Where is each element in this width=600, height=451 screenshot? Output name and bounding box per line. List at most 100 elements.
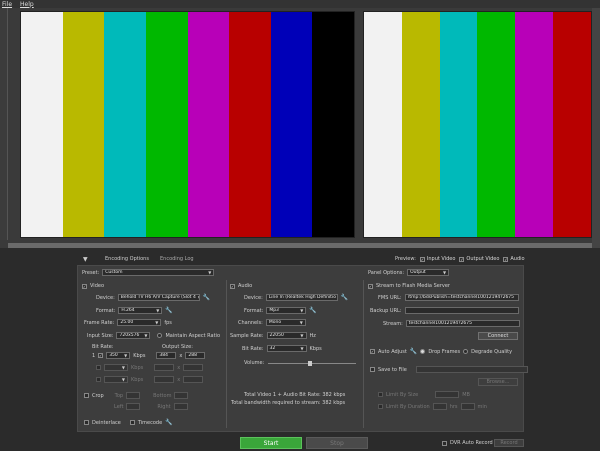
collapse-toggle-icon[interactable]: ▼	[83, 256, 89, 263]
total-bitrate-line: Total Video 1 + Audio Bit Rate: 382 kbps	[244, 392, 346, 398]
scrollbar-thumb[interactable]	[8, 243, 592, 248]
stop-button[interactable]: Stop	[306, 437, 368, 449]
save-to-file-label: Save to File	[378, 366, 407, 373]
backup-url-input[interactable]	[404, 307, 519, 314]
sample-rate-select[interactable]: 22050 ▼	[266, 332, 307, 339]
input-size-select[interactable]: 720x576 ▼	[116, 332, 151, 339]
output-width-2[interactable]	[154, 364, 175, 371]
crop-bottom-input[interactable]	[174, 392, 189, 399]
wrench-icon[interactable]: 🔧	[165, 419, 172, 426]
tab-encoding-log[interactable]: Encoding Log	[160, 256, 194, 262]
output-height-1[interactable]: 288	[185, 352, 206, 359]
wrench-icon[interactable]: 🔧	[410, 348, 417, 355]
timecode-label: Timecode	[137, 419, 163, 426]
maintain-aspect-radio[interactable]	[157, 333, 163, 338]
menu-file[interactable]: File	[2, 1, 12, 8]
minutes-input[interactable]	[460, 403, 475, 410]
volume-knob[interactable]	[307, 361, 312, 366]
save-path-input[interactable]	[415, 366, 528, 373]
output-height-3[interactable]	[183, 376, 204, 383]
start-button[interactable]: Start	[240, 437, 302, 449]
color-bar	[229, 12, 271, 237]
bitrate-row-2-checkbox[interactable]	[96, 365, 101, 370]
fms-checkbox[interactable]: ✓	[368, 283, 373, 289]
deinterlace-checkbox[interactable]	[84, 420, 89, 425]
video-format-select[interactable]: H.264 ▼	[118, 307, 163, 314]
crop-checkbox[interactable]	[84, 393, 89, 398]
color-bar	[515, 12, 554, 237]
video-title: Video	[90, 283, 105, 289]
color-bar	[21, 12, 63, 237]
color-bars-right	[364, 12, 591, 237]
wrench-icon[interactable]: 🔧	[165, 307, 172, 314]
bitrate-select-3[interactable]: ▼	[104, 376, 128, 383]
bottom-bar: Start Stop DVR Auto Record Record	[0, 436, 600, 451]
limit-size-input[interactable]	[435, 391, 460, 398]
video-checkbox[interactable]: ✓	[82, 283, 87, 289]
input-video-checkbox[interactable]: ✓ Input Video	[419, 256, 455, 262]
bitrate-row-1: 1 ✓ 350 ▼ Kbps 384 x 288	[92, 352, 206, 359]
output-height-2[interactable]	[183, 364, 204, 371]
video-device-select[interactable]: Behold TV H6 A/V Capture (Slot 4▼	[117, 294, 200, 301]
wrench-icon[interactable]: 🔧	[203, 294, 210, 301]
record-button[interactable]: Record	[494, 439, 524, 447]
bitrate-row-3-checkbox[interactable]	[96, 377, 101, 382]
fms-url-input[interactable]: rtmp://bdsPublish=testchannel10012194?26…	[404, 294, 519, 301]
limit-duration-label: Limit By Duration	[386, 403, 430, 410]
checkbox[interactable]: ✓	[503, 256, 509, 262]
auto-adjust-row: ✓ Auto Adjust 🔧 Drop Frames Degrade Qual…	[370, 348, 512, 355]
crop-right-input[interactable]	[173, 403, 188, 410]
checkbox[interactable]: ✓	[419, 256, 425, 262]
fms-header: ✓ Stream to Flash Media Server	[368, 283, 450, 289]
chevron-down-icon: ▼	[121, 377, 125, 382]
output-width-3[interactable]	[154, 376, 175, 383]
vertical-scrollbar[interactable]	[592, 8, 600, 248]
volume-slider[interactable]	[268, 361, 356, 366]
sample-rate-row: Sample Rate: 22050 ▼ Hz	[230, 332, 316, 339]
audio-checkbox[interactable]: ✓	[230, 283, 235, 289]
color-bar	[62, 12, 105, 237]
limit-size-checkbox[interactable]	[378, 392, 383, 397]
bitrate-select-1[interactable]: 350 ▼	[106, 352, 131, 359]
hours-input[interactable]	[432, 403, 447, 410]
audio-format-select[interactable]: Mp3 ▼	[266, 307, 307, 314]
color-bar	[312, 12, 354, 237]
chevron-down-icon: ▼	[144, 333, 148, 338]
auto-adjust-checkbox[interactable]: ✓	[370, 349, 375, 354]
output-width-1[interactable]: 384	[156, 352, 177, 359]
connect-button[interactable]: Connect	[478, 332, 518, 340]
checkbox[interactable]: ✓	[459, 256, 465, 262]
bitrate-select-2[interactable]: ▼	[104, 364, 128, 371]
save-to-file-checkbox[interactable]	[370, 367, 375, 372]
bitrate-row-1-checkbox[interactable]: ✓	[98, 353, 104, 358]
panel-options-select[interactable]: Output ▼	[407, 269, 450, 276]
audio-preview-checkbox[interactable]: ✓ Audio	[503, 256, 525, 262]
crop-top-input[interactable]	[126, 392, 141, 399]
frame-rate-select[interactable]: 25.00 ▼	[117, 319, 162, 326]
chevron-down-icon: ▼	[300, 308, 304, 313]
limit-duration-checkbox[interactable]	[378, 404, 383, 409]
crop-left-input[interactable]	[126, 403, 141, 410]
channels-value: Mono	[268, 320, 282, 325]
audio-format-row: Format: Mp3 ▼ 🔧	[244, 307, 317, 314]
channels-select[interactable]: Mono ▼	[265, 319, 306, 326]
drop-frames-radio[interactable]	[420, 349, 426, 354]
dvr-auto-record-checkbox[interactable]	[442, 440, 447, 446]
preset-select[interactable]: Custom ▼	[102, 269, 215, 276]
horizontal-scrollbar[interactable]	[8, 243, 592, 248]
stream-input[interactable]: testchannel10012194?2675	[405, 320, 520, 327]
color-bar	[553, 12, 591, 237]
output-video-checkbox[interactable]: ✓ Output Video	[459, 256, 499, 262]
menu-help[interactable]: Help	[20, 1, 34, 8]
wrench-icon[interactable]: 🔧	[309, 307, 316, 314]
browse-button[interactable]: Browse...	[478, 378, 518, 386]
maintain-aspect-label: Maintain Aspect Ratio	[165, 332, 221, 339]
chevron-down-icon: ▼	[121, 365, 125, 370]
fps-label: fps	[164, 319, 172, 326]
tab-encoding-options[interactable]: Encoding Options	[105, 256, 149, 262]
audio-device-select[interactable]: Line In (Realtek High Definitio▼	[265, 294, 338, 301]
audio-bitrate-select[interactable]: 32 ▼	[266, 345, 307, 352]
degrade-quality-radio[interactable]	[463, 349, 469, 354]
timecode-checkbox[interactable]	[129, 420, 135, 425]
wrench-icon[interactable]: 🔧	[341, 294, 348, 301]
